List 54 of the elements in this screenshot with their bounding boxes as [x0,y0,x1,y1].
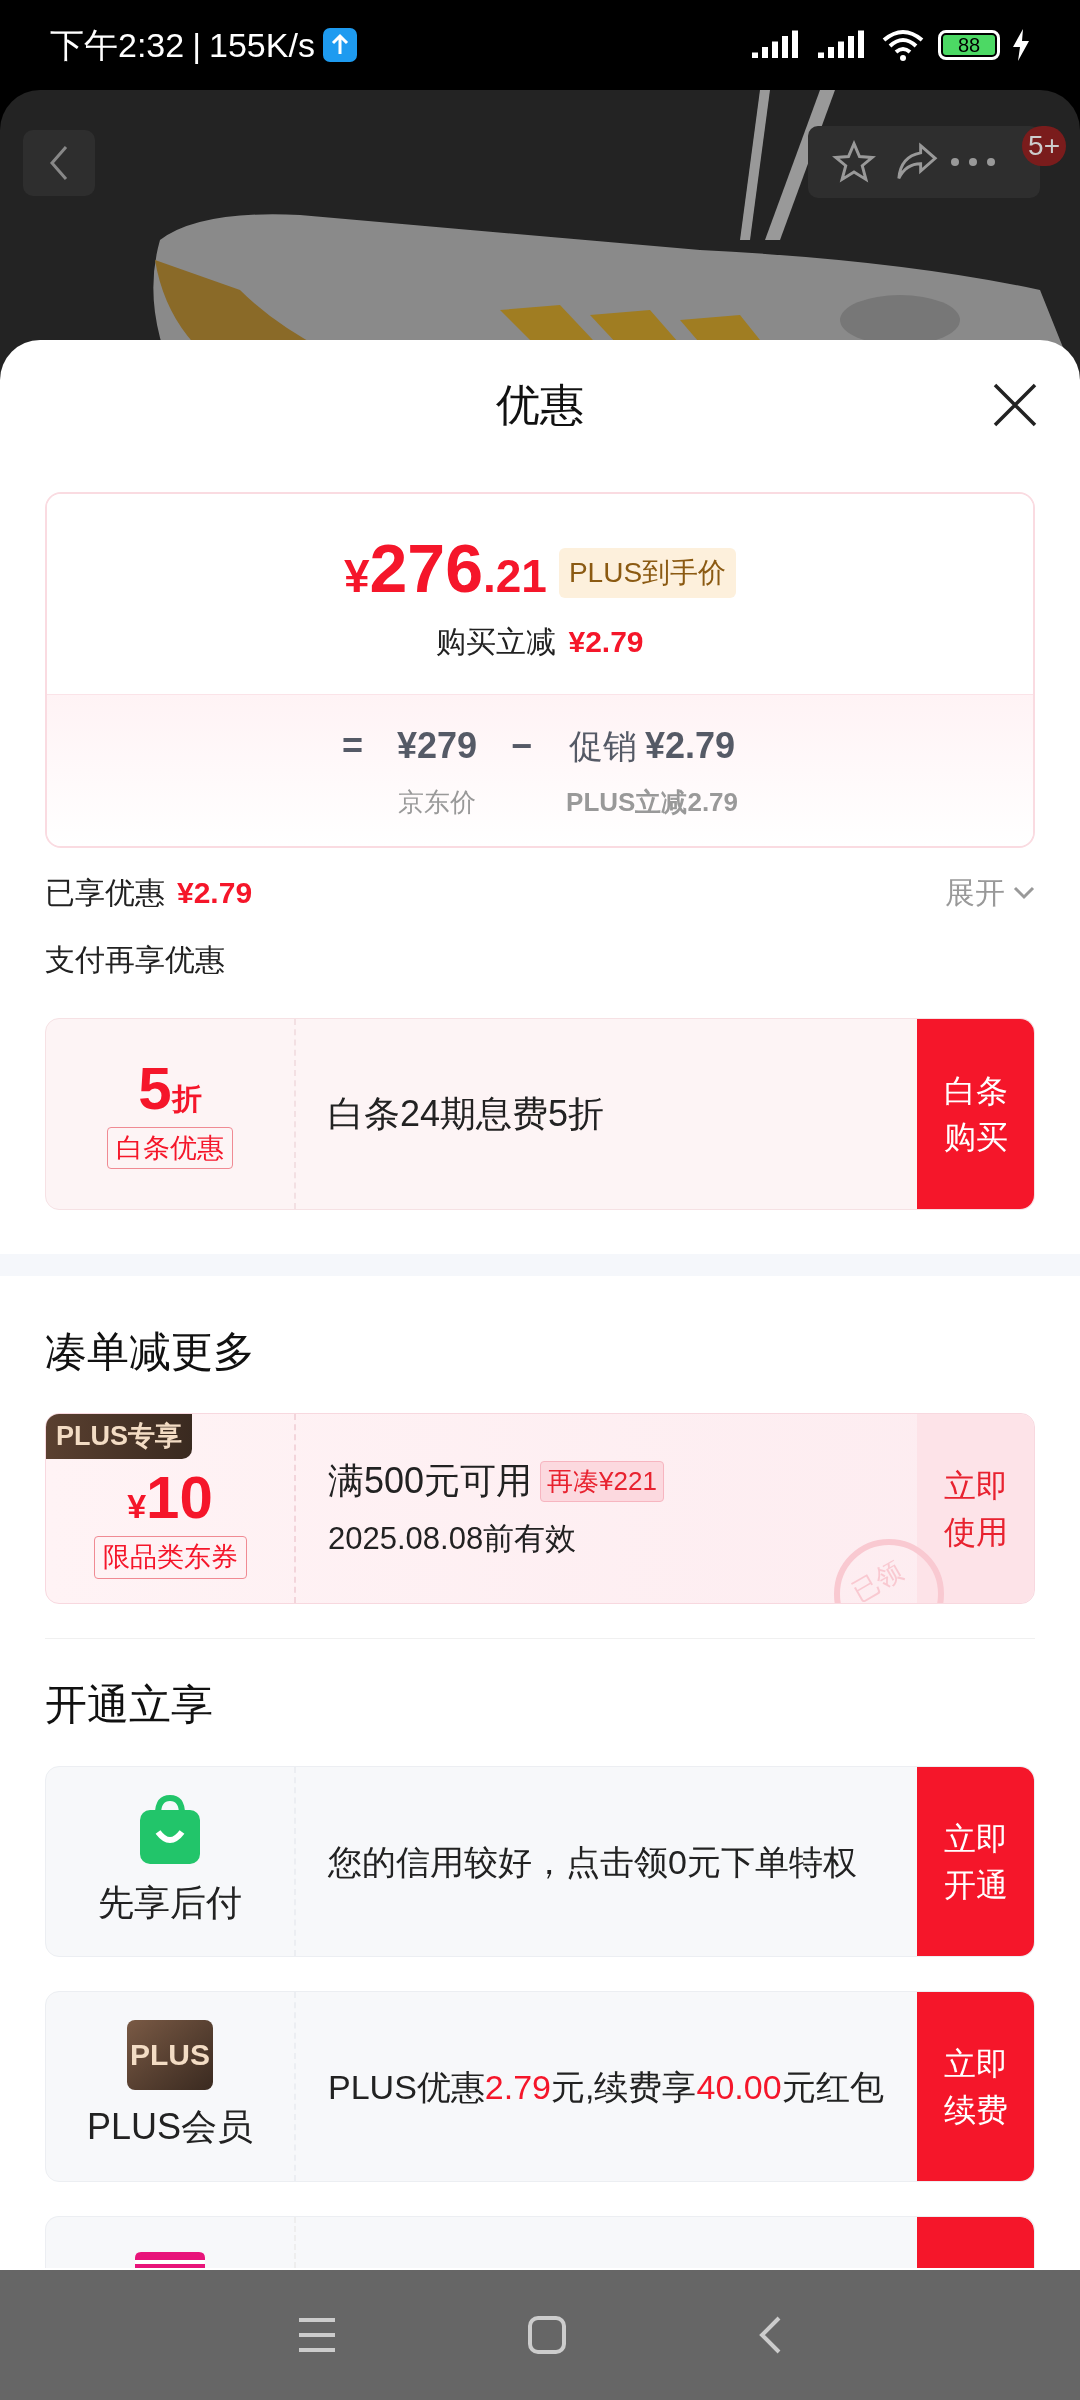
shopping-bag-icon [138,1793,202,1866]
battery-level: 88 [957,35,981,55]
menu-icon[interactable] [297,2316,337,2354]
chevron-icon [1013,885,1035,900]
final-price: ¥276.21 [343,534,547,608]
discount-tag: 白条优惠 [107,1126,233,1170]
enjoyed-label: 已享优惠 [45,875,165,911]
buy-button[interactable]: 白条购买 [917,1019,1034,1209]
offer-description: 白条24期息费5折 [328,1092,605,1136]
plus-exclusive-badge: PLUS专享 [46,1414,192,1459]
back-icon[interactable] [757,2315,783,2355]
equals-sign: = [341,724,363,768]
reduce-label: 购买立减 [436,624,557,660]
action-button[interactable]: 立即续费 [917,1992,1034,2181]
promo-caption: PLUS立减2.79 [566,786,739,819]
base-price-caption: 京东价 [398,786,476,819]
sheet-title: 优惠 [496,379,584,431]
separator: | [192,24,202,66]
offer-description: PLUS优惠2.79元,续费享40.00元红包 [328,2066,884,2108]
reduce-amount: ¥2.79 [568,624,644,660]
base-price: ¥279 [396,724,478,768]
promo-label: 促销 [569,725,637,767]
upload-icon [322,28,357,62]
star-icon [832,140,876,184]
promo-amount: ¥2.79 [645,724,736,768]
close-icon [992,382,1038,428]
wifi-icon [880,28,926,62]
minus-sign: − [511,724,533,768]
discount-value: 5折 [138,1058,202,1121]
plus-logo: PLUS [127,2019,213,2090]
share-icon [895,142,939,182]
home-icon[interactable] [527,2315,567,2355]
coupon-condition: 满500元可用 [328,1459,533,1504]
expand-button[interactable]: 展开 [945,870,1035,915]
coupon-amount: ¥10 [127,1468,213,1533]
section-subtitle: 支付再享优惠 [45,943,225,976]
offer-name: 先享后付 [98,1880,242,1925]
offer-description: 您的信用较好，点击领0元下单特权 [328,1841,857,1883]
coupon-expiry: 2025.08.08前有效 [328,1520,578,1559]
charging-icon [1012,29,1030,61]
action-button[interactable]: 立即开通 [917,1767,1034,1956]
plus-price-tag: PLUS到手价 [558,547,737,598]
status-time: 下午2:32 [50,24,185,66]
offer-name: PLUS会员 [86,2104,253,2149]
use-button[interactable]: 立即使用 [917,1414,1034,1603]
add-more-tag: 再凑¥221 [540,1460,664,1502]
section-title: 开通立享 [45,1681,213,1728]
section-title: 凑单减更多 [45,1328,255,1375]
coupon-tag: 限品类东券 [93,1536,247,1579]
more-icon [950,157,996,167]
back-icon [49,145,69,181]
network-speed: 155K/s [209,24,315,66]
back-button[interactable] [23,130,95,196]
enjoyed-amount: ¥2.79 [177,875,253,911]
